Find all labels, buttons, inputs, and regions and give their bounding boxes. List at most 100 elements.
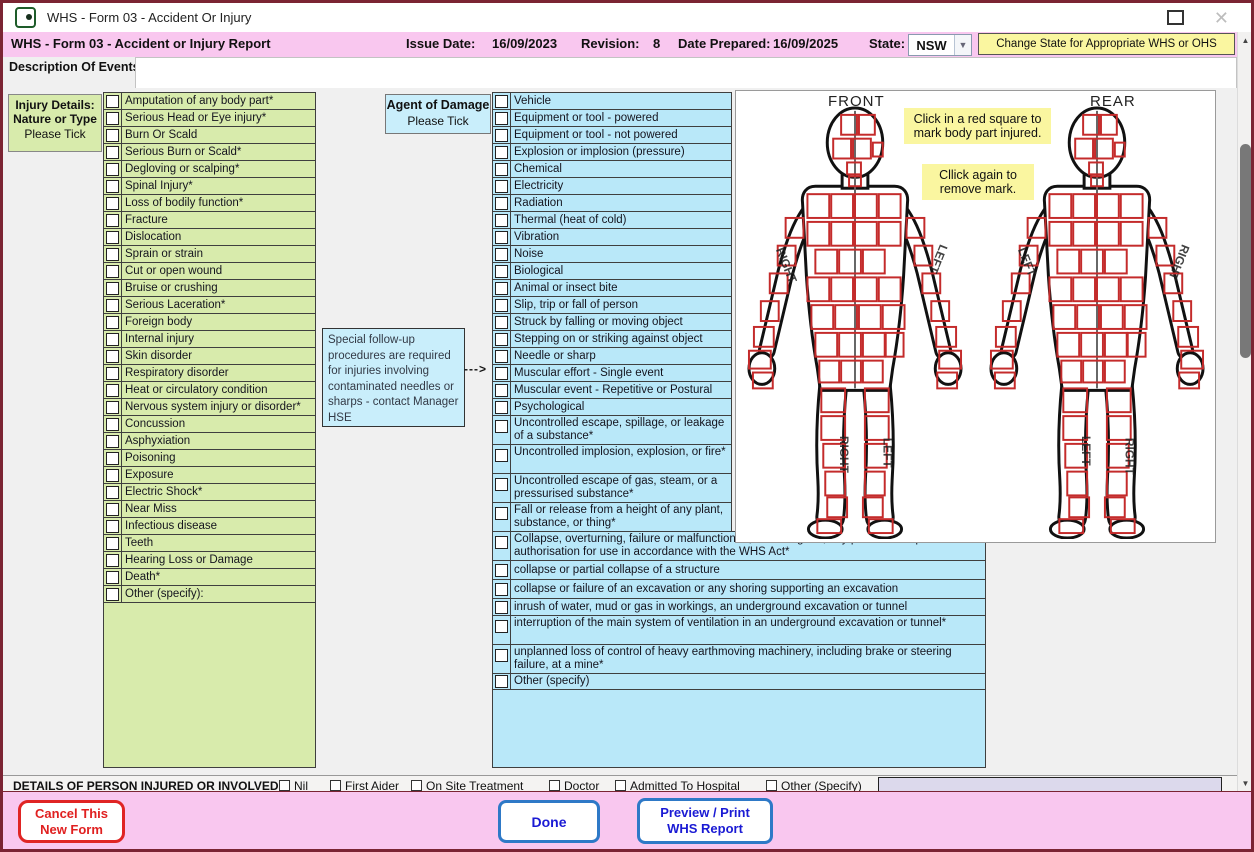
done-button[interactable]: Done bbox=[498, 800, 600, 843]
maximize-icon[interactable] bbox=[1167, 10, 1184, 25]
injury-item[interactable]: Asphyxiation bbox=[103, 432, 316, 450]
details-option[interactable]: Doctor bbox=[549, 777, 599, 792]
checkbox[interactable] bbox=[106, 435, 119, 448]
agent-item[interactable]: Chemical bbox=[492, 160, 732, 178]
agent-item[interactable]: Uncontrolled escape of gas, steam, or a … bbox=[492, 473, 732, 503]
checkbox[interactable] bbox=[106, 588, 119, 601]
checkbox[interactable] bbox=[495, 675, 508, 688]
agent-item[interactable]: Needle or sharp bbox=[492, 347, 732, 365]
injury-item[interactable]: Foreign body bbox=[103, 313, 316, 331]
checkbox[interactable] bbox=[495, 583, 508, 596]
checkbox[interactable] bbox=[106, 520, 119, 533]
checkbox[interactable] bbox=[106, 95, 119, 108]
checkbox[interactable] bbox=[106, 537, 119, 550]
agent-item[interactable]: Uncontrolled implosion, explosion, or fi… bbox=[492, 444, 732, 474]
injury-item[interactable]: Loss of bodily function* bbox=[103, 194, 316, 212]
injury-item[interactable]: Internal injury bbox=[103, 330, 316, 348]
details-other-input[interactable] bbox=[878, 777, 1222, 792]
agent-item[interactable]: Psychological bbox=[492, 398, 732, 416]
checkbox[interactable] bbox=[495, 95, 508, 108]
details-option[interactable]: First Aider bbox=[330, 777, 399, 792]
injury-item[interactable]: Other (specify): bbox=[103, 585, 316, 603]
agent-item[interactable]: Equipment or tool - not powered bbox=[492, 126, 732, 144]
checkbox[interactable] bbox=[495, 601, 508, 614]
injury-item[interactable]: Nervous system injury or disorder* bbox=[103, 398, 316, 416]
checkbox[interactable] bbox=[106, 418, 119, 431]
checkbox[interactable] bbox=[106, 231, 119, 244]
chevron-down-icon[interactable]: ▼ bbox=[954, 35, 971, 55]
injury-item[interactable]: Infectious disease bbox=[103, 517, 316, 535]
checkbox[interactable] bbox=[106, 401, 119, 414]
checkbox[interactable] bbox=[495, 507, 508, 520]
checkbox[interactable] bbox=[106, 214, 119, 227]
agent-item[interactable]: Equipment or tool - powered bbox=[492, 109, 732, 127]
checkbox[interactable] bbox=[495, 420, 508, 433]
checkbox[interactable] bbox=[495, 146, 508, 159]
agent-item[interactable]: Electricity bbox=[492, 177, 732, 195]
agent-item[interactable]: Vibration bbox=[492, 228, 732, 246]
agent-item[interactable]: Muscular effort - Single event bbox=[492, 364, 732, 382]
checkbox[interactable] bbox=[615, 780, 626, 791]
checkbox[interactable] bbox=[106, 112, 119, 125]
injury-item[interactable]: Heat or circulatory condition bbox=[103, 381, 316, 399]
checkbox[interactable] bbox=[106, 452, 119, 465]
checkbox[interactable] bbox=[411, 780, 422, 791]
checkbox[interactable] bbox=[495, 180, 508, 193]
agent-item[interactable]: Stepping on or striking against object bbox=[492, 330, 732, 348]
checkbox[interactable] bbox=[495, 265, 508, 278]
details-option[interactable]: Admitted To Hospital bbox=[615, 777, 740, 792]
agent-item[interactable]: Struck by falling or moving object bbox=[492, 313, 732, 331]
checkbox[interactable] bbox=[495, 367, 508, 380]
checkbox[interactable] bbox=[495, 282, 508, 295]
checkbox[interactable] bbox=[495, 163, 508, 176]
checkbox[interactable] bbox=[106, 333, 119, 346]
agent-item[interactable]: collapse or partial collapse of a struct… bbox=[492, 560, 986, 580]
checkbox[interactable] bbox=[495, 299, 508, 312]
checkbox[interactable] bbox=[766, 780, 777, 791]
checkbox[interactable] bbox=[495, 248, 508, 261]
checkbox[interactable] bbox=[106, 265, 119, 278]
checkbox[interactable] bbox=[106, 503, 119, 516]
vertical-scrollbar[interactable]: ▲ ▼ bbox=[1237, 32, 1253, 791]
injury-item[interactable]: Death* bbox=[103, 568, 316, 586]
injury-item[interactable]: Poisoning bbox=[103, 449, 316, 467]
injury-item[interactable]: Burn Or Scald bbox=[103, 126, 316, 144]
scroll-up-icon[interactable]: ▲ bbox=[1238, 32, 1253, 48]
checkbox[interactable] bbox=[106, 367, 119, 380]
agent-item[interactable]: Biological bbox=[492, 262, 732, 280]
checkbox[interactable] bbox=[495, 112, 508, 125]
injury-item[interactable]: Hearing Loss or Damage bbox=[103, 551, 316, 569]
injury-item[interactable]: Concussion bbox=[103, 415, 316, 433]
injury-item[interactable]: Respiratory disorder bbox=[103, 364, 316, 382]
preview-print-button[interactable]: Preview / Print WHS Report bbox=[637, 798, 773, 844]
agent-item[interactable]: Muscular event - Repetitive or Postural bbox=[492, 381, 732, 399]
injury-item[interactable]: Dislocation bbox=[103, 228, 316, 246]
scrollbar-thumb[interactable] bbox=[1240, 144, 1251, 358]
agent-item[interactable]: Other (specify) bbox=[492, 673, 986, 690]
checkbox[interactable] bbox=[495, 197, 508, 210]
checkbox[interactable] bbox=[106, 299, 119, 312]
checkbox[interactable] bbox=[495, 129, 508, 142]
details-option[interactable]: Other (Specify) bbox=[766, 777, 862, 792]
checkbox[interactable] bbox=[495, 231, 508, 244]
injury-item[interactable]: Fracture bbox=[103, 211, 316, 229]
agent-item[interactable]: Explosion or implosion (pressure) bbox=[492, 143, 732, 161]
checkbox[interactable] bbox=[549, 780, 560, 791]
checkbox[interactable] bbox=[106, 180, 119, 193]
checkbox[interactable] bbox=[495, 401, 508, 414]
checkbox[interactable] bbox=[106, 469, 119, 482]
scroll-down-icon[interactable]: ▼ bbox=[1238, 775, 1253, 791]
checkbox[interactable] bbox=[495, 564, 508, 577]
checkbox[interactable] bbox=[495, 620, 508, 633]
injury-item[interactable]: Skin disorder bbox=[103, 347, 316, 365]
checkbox[interactable] bbox=[106, 282, 119, 295]
checkbox[interactable] bbox=[106, 163, 119, 176]
agent-item[interactable]: collapse or failure of an excavation or … bbox=[492, 579, 986, 599]
checkbox[interactable] bbox=[495, 214, 508, 227]
details-option[interactable]: On Site Treatment bbox=[411, 777, 523, 792]
agent-item[interactable]: unplanned loss of control of heavy earth… bbox=[492, 644, 986, 674]
injury-item[interactable]: Sprain or strain bbox=[103, 245, 316, 263]
injury-item[interactable]: Serious Burn or Scald* bbox=[103, 143, 316, 161]
agent-item[interactable]: Slip, trip or fall of person bbox=[492, 296, 732, 314]
injury-item[interactable]: Serious Laceration* bbox=[103, 296, 316, 314]
